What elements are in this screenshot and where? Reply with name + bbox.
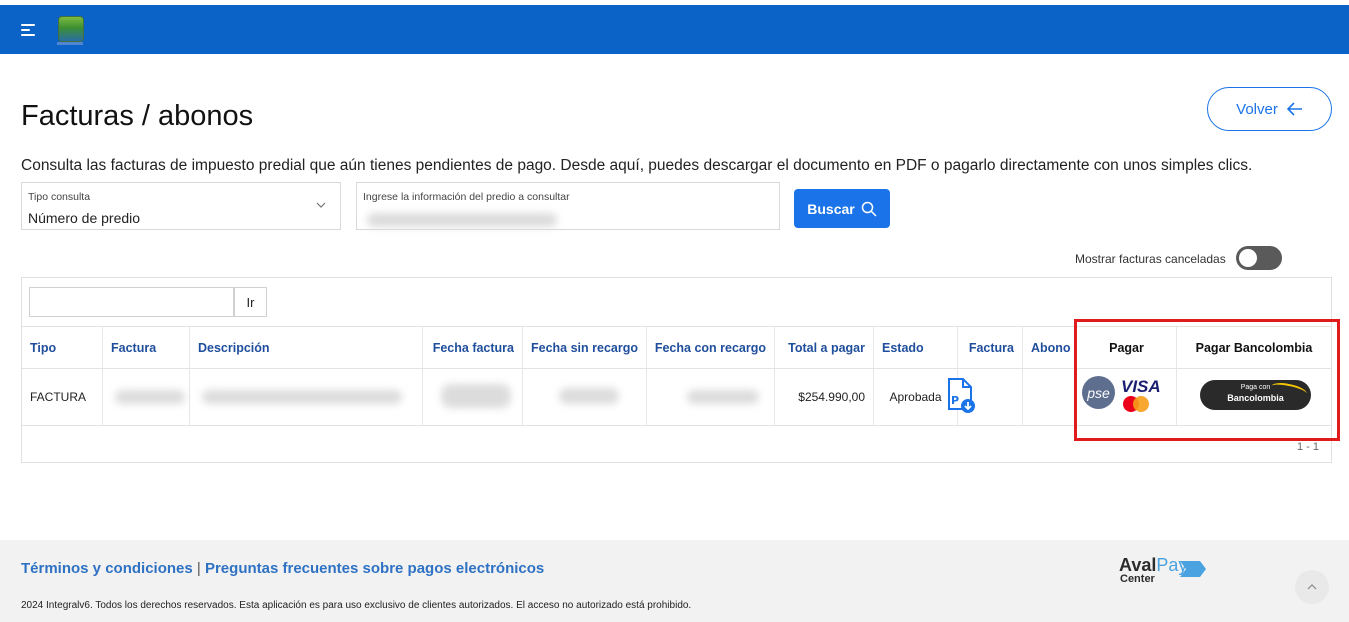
volver-button[interactable]: Volver [1207, 87, 1332, 131]
redacted-fecha-con-recargo [687, 390, 759, 404]
cell-factura-pdf: P [948, 368, 1023, 425]
top-bar [0, 5, 1349, 54]
svg-text:P: P [951, 394, 959, 407]
chevron-down-icon [316, 202, 326, 208]
cell-total: $254.990,00 [775, 368, 874, 425]
cell-fecha-con-recargo [647, 368, 775, 425]
col-fecha-sin-recargo: Fecha sin recargo [523, 327, 647, 368]
scroll-to-top-button[interactable] [1295, 570, 1329, 604]
avalpay-arrow-icon [1180, 561, 1206, 577]
col-estado: Estado [874, 327, 958, 368]
cell-descripcion [190, 368, 423, 425]
buscar-label: Buscar [807, 200, 855, 217]
bancolombia-label: Bancolombia [1227, 393, 1284, 403]
col-pagar: Pagar [1077, 327, 1177, 368]
footer-links: Términos y condiciones | Preguntas frecu… [21, 560, 544, 577]
predio-info-input[interactable]: Ingrese la información del predio a cons… [356, 182, 780, 230]
go-button[interactable]: Ir [234, 287, 267, 317]
cell-fecha-sin-recargo [523, 368, 647, 425]
cell-factura [103, 368, 190, 425]
bancolombia-payment-button[interactable]: Paga con Bancolombia [1200, 380, 1311, 410]
volver-label: Volver [1236, 100, 1278, 118]
col-factura: Factura [103, 327, 190, 368]
col-fecha-factura: Fecha factura [423, 327, 523, 368]
buscar-button[interactable]: Buscar [794, 189, 890, 228]
redacted-factura [115, 390, 185, 404]
go-to-input[interactable] [29, 287, 234, 317]
logo-underline [57, 42, 83, 45]
show-cancelled-label: Mostrar facturas canceladas [1075, 252, 1226, 266]
cell-tipo: FACTURA [22, 368, 103, 425]
pse-payment-button[interactable]: pse [1082, 376, 1115, 409]
pdf-download-icon[interactable]: P [944, 377, 978, 415]
tipo-consulta-select[interactable]: Tipo consulta Número de predio [21, 182, 341, 230]
show-cancelled-toggle[interactable] [1236, 246, 1282, 270]
app-logo[interactable] [58, 16, 84, 42]
terms-link[interactable]: Términos y condiciones [21, 560, 193, 577]
page-intro: Consulta las facturas de impuesto predia… [21, 157, 1253, 174]
arrow-left-icon [1286, 102, 1302, 116]
col-fecha-con-recargo: Fecha con recargo [647, 327, 775, 368]
redacted-fecha-sin-recargo [559, 388, 619, 404]
tipo-consulta-value: Número de predio [28, 210, 141, 226]
hamburger-menu-icon[interactable] [21, 24, 35, 36]
copyright-text: 2024 Integralv6. Todos los derechos rese… [21, 600, 692, 611]
col-factura-pdf: Factura [958, 327, 1023, 368]
col-tipo: Tipo [22, 327, 103, 368]
mastercard-icon[interactable] [1123, 396, 1151, 412]
predio-info-label: Ingrese la información del predio a cons… [363, 191, 570, 203]
visa-payment-button[interactable]: VISA [1121, 377, 1161, 397]
search-icon [861, 201, 877, 217]
cell-fecha-factura [423, 368, 523, 425]
col-total-pagar: Total a pagar [775, 327, 874, 368]
chevron-up-icon [1307, 584, 1317, 590]
col-descripcion: Descripción [190, 327, 423, 368]
faq-link[interactable]: Preguntas frecuentes sobre pagos electró… [205, 560, 544, 577]
redacted-value [367, 213, 557, 227]
redacted-descripcion [202, 390, 402, 404]
toggle-knob [1239, 249, 1257, 267]
col-abono: Abono [1023, 327, 1077, 368]
redacted-fecha-factura [441, 384, 511, 408]
col-pagar-bancolombia: Pagar Bancolombia [1195, 340, 1313, 355]
pagination-info: 1 - 1 [1297, 441, 1320, 453]
page-title: Facturas / abonos [21, 100, 254, 132]
footer-separator: | [196, 560, 201, 577]
tipo-consulta-label: Tipo consulta [28, 191, 91, 203]
table-row-bottom-border [22, 425, 1331, 426]
bancolombia-small-label: Paga con [1240, 384, 1271, 391]
cell-abono [1023, 368, 1077, 425]
